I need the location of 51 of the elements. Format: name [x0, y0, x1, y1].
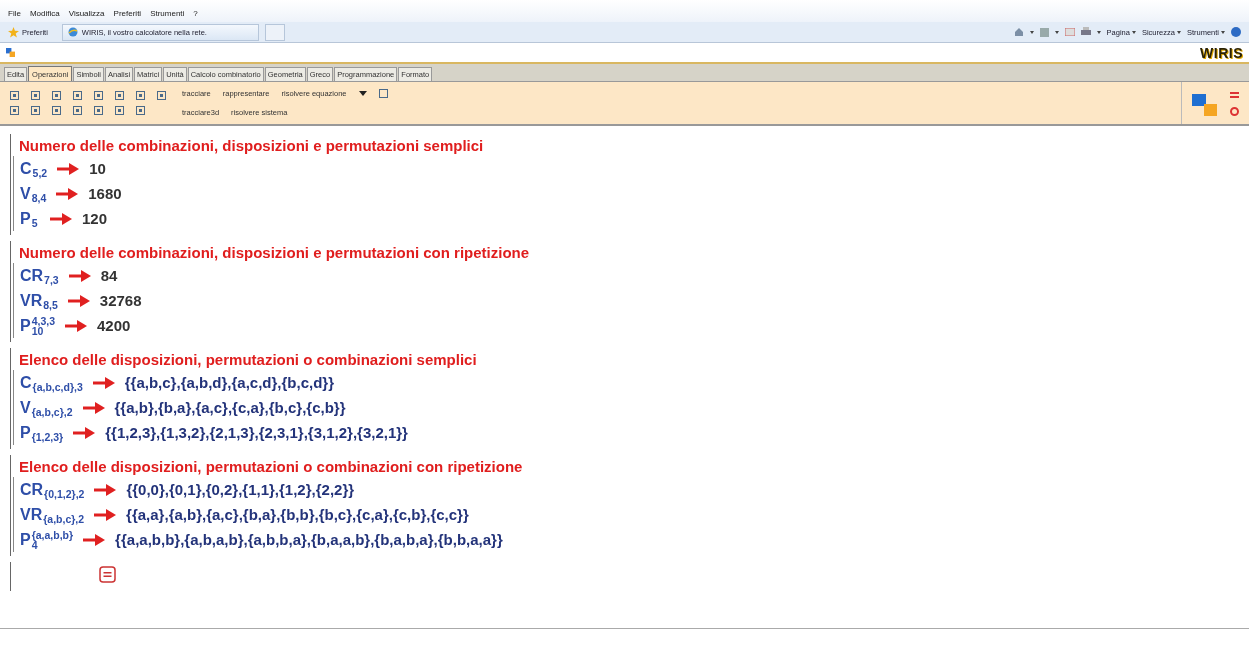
result-value: {{0,0},{0,1},{0,2},{1,1},{1,2},{2,2}}: [126, 481, 355, 498]
arrow-icon: [65, 319, 88, 332]
help-icon[interactable]: [1231, 27, 1241, 37]
mail-icon[interactable]: [1064, 28, 1075, 36]
arrow-icon: [82, 401, 105, 414]
dropdown-arrow-icon[interactable]: [1029, 30, 1034, 34]
result-value: {{a,a,b,b},{a,b,a,b},{a,b,b,a},{b,a,a,b},{b,a,b,a},{b,b,a,a}}: [115, 531, 503, 548]
arrow-icon: [92, 376, 115, 389]
equals-icon[interactable]: [1230, 90, 1239, 99]
dropdown-arrow-icon[interactable]: [1096, 30, 1101, 34]
arrow-icon: [73, 426, 96, 439]
menu-item[interactable]: File: [8, 9, 21, 18]
result-value: 32768: [99, 292, 142, 309]
menu-item[interactable]: Visualizza: [68, 9, 105, 18]
home-icon[interactable]: [1013, 27, 1024, 37]
result-value: 4200: [97, 317, 131, 334]
arrow-icon: [68, 269, 91, 282]
globe-icon: [67, 27, 78, 37]
result-value: {{a,b,c},{a,b,d},{a,c,d},{b,c,d}}: [124, 374, 334, 391]
result-value: {{a,b},{b,a},{a,c},{c,a},{b,c},{c,b}}: [114, 399, 346, 416]
matrix-icon[interactable]: [378, 89, 388, 98]
star-icon: [8, 26, 19, 38]
arrow-icon: [67, 294, 90, 307]
section-title: Elenco delle disposizioni, permutazioni o combinazioni con ripetizione: [19, 457, 524, 477]
section-title: Elenco delle disposizioni, permutazioni o combinazioni semplici: [19, 350, 478, 370]
arrow-icon: [56, 187, 79, 200]
result-value: {{a,a},{a,b},{a,c},{b,a},{b,b},{b,c},{c,a},{c,b},{c,c}}: [126, 506, 469, 523]
result-value: 120: [82, 210, 108, 227]
menu-item[interactable]: Strumenti: [150, 9, 185, 18]
section-title: Numero delle combinazioni, disposizioni e permutazioni con ripetizione: [19, 243, 531, 263]
result-value: {{1,2,3},{1,3,2},{2,1,3},{2,3,1},{3,1,2},{3,2,1}}: [105, 424, 408, 441]
close-icon[interactable]: [1230, 106, 1239, 116]
math-template-icon[interactable]: [157, 91, 166, 100]
printer-icon[interactable]: [1080, 27, 1091, 37]
arrow-icon: [83, 533, 106, 546]
result-value: 1680: [88, 185, 122, 202]
menu-item[interactable]: Preferiti: [113, 9, 142, 18]
dropdown-arrow-icon[interactable]: [1054, 30, 1059, 34]
section-title: Numero delle combinazioni, disposizioni e permutazioni semplici: [19, 136, 485, 156]
arrow-icon: [94, 483, 117, 496]
dropdown-arrow-icon[interactable]: [358, 91, 367, 96]
wiris-logo: WIRIS: [1200, 44, 1243, 61]
app-logo-icon: [6, 48, 15, 57]
result-value: 84: [100, 267, 118, 284]
arrow-icon: [50, 212, 72, 225]
arrow-icon: [94, 508, 117, 521]
arrow-icon: [57, 162, 80, 175]
menu-item[interactable]: ?: [193, 9, 198, 18]
calculate-button-icon[interactable]: [99, 566, 116, 583]
menu-item[interactable]: Modifica: [29, 9, 60, 18]
result-value: 10: [89, 160, 106, 177]
